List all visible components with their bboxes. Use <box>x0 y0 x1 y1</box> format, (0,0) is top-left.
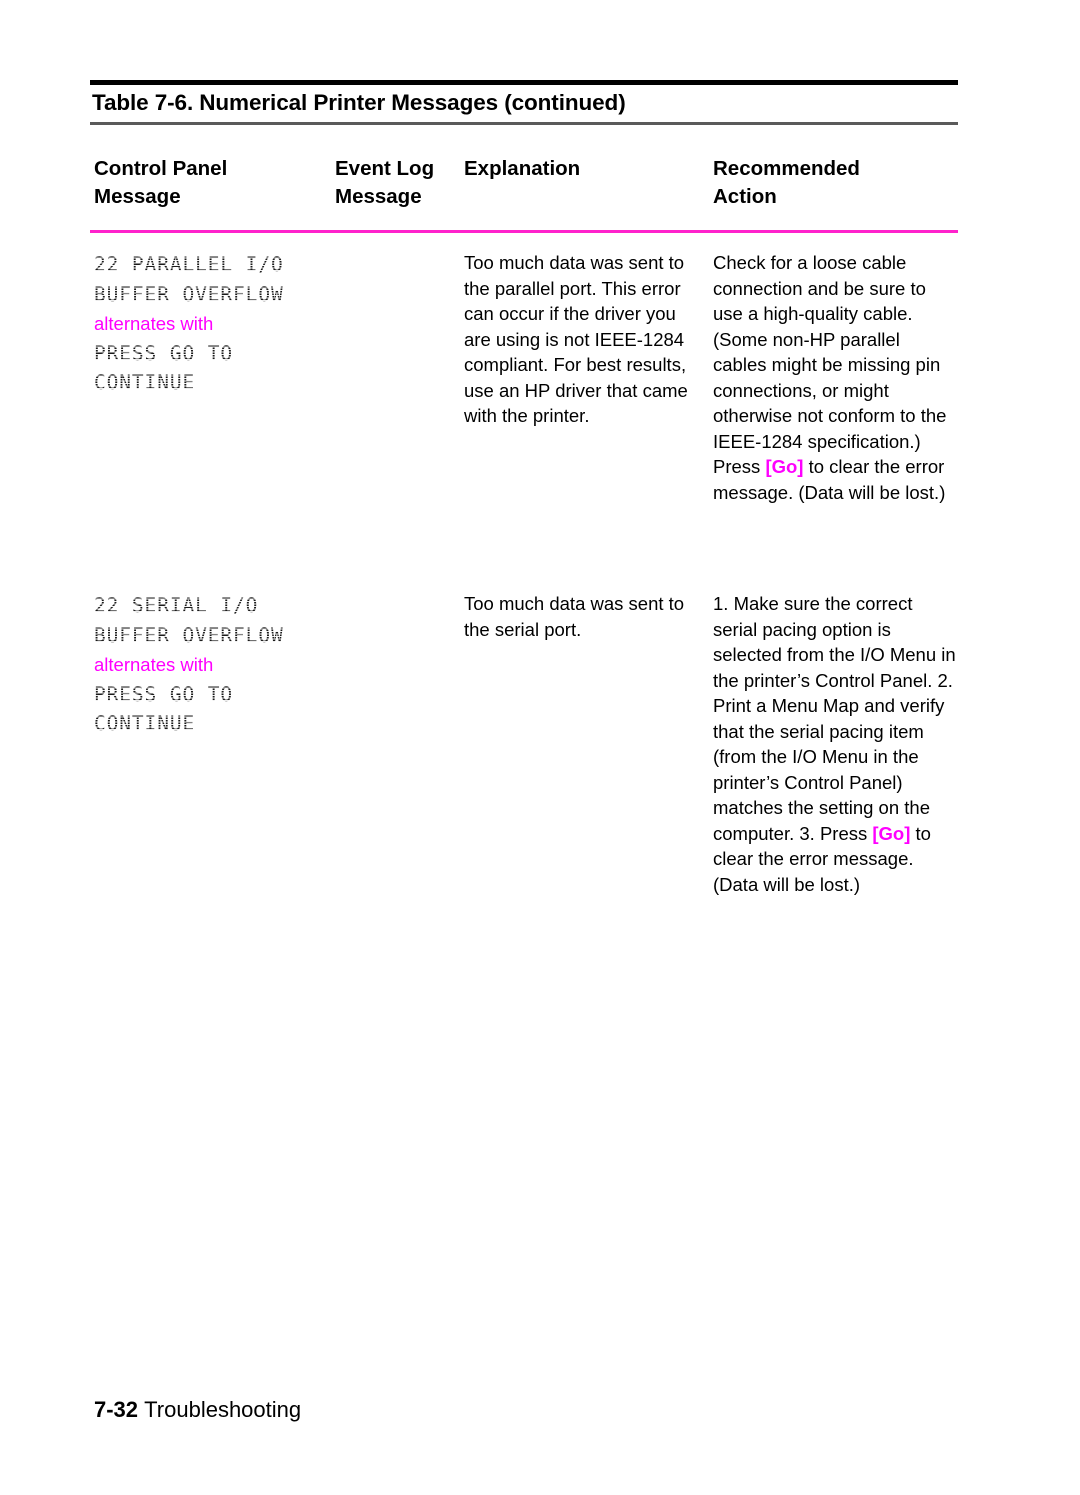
table-caption: Table 7-6. Numerical Printer Messages (c… <box>92 90 626 115</box>
cell-explanation: Too much data was sent to the serial por… <box>464 591 702 642</box>
footer-section-title: Troubleshooting <box>144 1397 302 1422</box>
control-panel-line: CONTINUE <box>93 368 335 398</box>
document-page: Table 7-6. Numerical Printer Messages (c… <box>0 0 1080 1495</box>
alternates-with-label: alternates with <box>94 313 214 334</box>
control-panel-line: CONTINUE <box>93 709 335 739</box>
column-header-recommended-action-line-1: Recommended <box>713 157 860 180</box>
go-key-label: [Go] <box>872 822 911 844</box>
recommended-action-text: Check for a loose cable connection and b… <box>713 250 958 505</box>
alternates-with-label: alternates with <box>94 654 214 675</box>
table-header-rule <box>90 230 958 233</box>
page-footer: 7-32 Troubleshooting <box>94 1395 301 1425</box>
column-header-control-panel: Control Panel Message <box>94 155 324 211</box>
control-panel-line: PRESS GO TO <box>93 679 335 710</box>
cell-explanation: Too much data was sent to the parallel p… <box>464 250 702 429</box>
column-header-event-log: Event Log Message <box>335 155 460 211</box>
control-panel-line: 22 SERIAL I/O <box>93 591 335 621</box>
go-key-label: [Go] <box>765 456 804 477</box>
column-header-explanation-line-1: Explanation <box>464 157 581 180</box>
column-header-event-log-line-1: Event Log <box>335 157 435 180</box>
column-header-recommended-action: Recommended Action <box>713 155 958 211</box>
recommended-action-pre: Check for a loose cable connection and b… <box>713 252 947 477</box>
column-header-control-panel-line-1: Control Panel <box>94 157 228 180</box>
control-panel-display-text: 22 PARALLEL I/O BUFFER OVERFLOW alternat… <box>93 250 335 398</box>
table-top-rule <box>90 80 958 85</box>
control-panel-line: BUFFER OVERFLOW <box>93 620 335 651</box>
footer-page-number: 7-32 <box>94 1397 139 1422</box>
control-panel-line: BUFFER OVERFLOW <box>93 279 335 310</box>
recommended-action-text: 1. Make sure the correct serial pacing o… <box>713 591 958 897</box>
explanation-text: Too much data was sent to the parallel p… <box>464 252 688 426</box>
cell-control-panel-message: 22 SERIAL I/O BUFFER OVERFLOW alternates… <box>93 591 335 739</box>
control-panel-line: PRESS GO TO <box>93 338 335 369</box>
cell-recommended-action: Check for a loose cable connection and b… <box>713 250 958 505</box>
column-header-event-log-line-2: Message <box>335 185 422 208</box>
cell-recommended-action: 1. Make sure the correct serial pacing o… <box>713 591 958 897</box>
column-header-control-panel-line-2: Message <box>94 185 181 208</box>
recommended-action-pre: 1. Make sure the correct serial pacing o… <box>713 593 956 844</box>
table-caption-rule <box>90 122 958 125</box>
cell-control-panel-message: 22 PARALLEL I/O BUFFER OVERFLOW alternat… <box>93 250 335 398</box>
explanation-text: Too much data was sent to the serial por… <box>464 593 685 640</box>
control-panel-line: 22 PARALLEL I/O <box>93 250 335 280</box>
control-panel-display-text: 22 SERIAL I/O BUFFER OVERFLOW alternates… <box>93 591 335 739</box>
column-header-explanation: Explanation <box>464 155 694 183</box>
column-header-recommended-action-line-2: Action <box>713 185 777 208</box>
